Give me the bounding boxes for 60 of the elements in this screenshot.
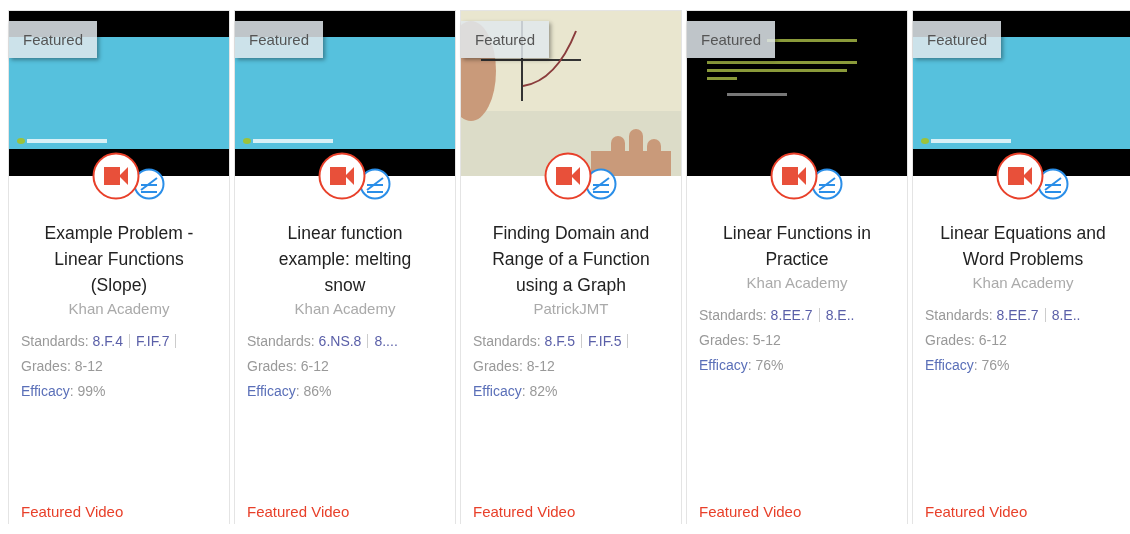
video-title[interactable]: Finding Domain and Range of a Function using a Graph — [473, 220, 669, 298]
featured-badge: Featured — [461, 21, 550, 58]
video-source: Khan Academy — [971, 274, 1075, 291]
grades-text: Grades: 6-12 — [247, 357, 330, 376]
grades-text: Grades: 8-12 — [21, 357, 104, 376]
standards-label: Standards: — [21, 333, 89, 349]
video-card[interactable]: Featured Finding Domain and Range of a Function using a Graph PatrickJMT Standards: 8.F.5 F.IF.5 Grades: 8-12 Efficacy: 82% Featured Video — [460, 10, 682, 524]
efficacy-value: : 86% — [295, 383, 332, 399]
efficacy-link[interactable]: Efficacy — [925, 357, 974, 373]
featured-video-label: Featured Video — [699, 503, 803, 522]
grades-text: Grades: 6-12 — [925, 331, 1008, 350]
featured-badge: Featured — [687, 21, 776, 58]
efficacy-value: : 76% — [973, 357, 1010, 373]
video-source: Khan Academy — [293, 300, 397, 317]
standard-link[interactable]: F.IF.7 — [135, 333, 170, 349]
video-card[interactable]: Featured Linear function example: melting snow Khan Academy Standards: 6.NS.8 8.... Grades: 6-12 Efficacy: 86% Featured Video — [234, 10, 456, 524]
video-card[interactable]: Featured Linear Equations and Word Problems Khan Academy Standards: 8.EE.7 8.E.. Grades: 6-12 Efficacy: 76% Featured Video — [912, 10, 1130, 524]
featured-video-label: Featured Video — [925, 503, 1029, 522]
standard-link[interactable]: 8.F.4 — [92, 333, 123, 349]
efficacy-link[interactable]: Efficacy — [21, 383, 70, 399]
featured-video-label: Featured Video — [21, 503, 125, 522]
video-title[interactable]: Example Problem - Linear Functions (Slope) — [21, 220, 217, 298]
standards-label: Standards: — [247, 333, 315, 349]
video-title[interactable]: Linear function example: melting snow — [247, 220, 443, 298]
featured-badge: Featured — [235, 21, 324, 58]
standards-label: Standards: — [699, 307, 767, 323]
video-card[interactable]: Featured Example Problem - Linear Functions (Slope) Khan Academy Standards: 8.F.4 F.IF.7 Grades: 8-12 Efficacy: 99% Featured Video — [8, 10, 230, 524]
standards-label: Standards: — [473, 333, 541, 349]
featured-badge: Featured — [913, 21, 1002, 58]
efficacy-value: : 82% — [521, 383, 558, 399]
efficacy-value: : 99% — [69, 383, 106, 399]
featured-badge: Featured — [9, 21, 98, 58]
standard-link[interactable]: 6.NS.8 — [318, 333, 362, 349]
featured-video-label: Featured Video — [247, 503, 351, 522]
standards-label: Standards: — [925, 307, 993, 323]
video-source: Khan Academy — [745, 274, 849, 291]
standard-link[interactable]: 8.E.. — [825, 307, 855, 323]
efficacy-link[interactable]: Efficacy — [699, 357, 748, 373]
standard-link[interactable]: 8.F.5 — [544, 333, 575, 349]
video-camera-icon — [544, 152, 592, 200]
standard-link[interactable]: 8.EE.7 — [770, 307, 813, 323]
efficacy-link[interactable]: Efficacy — [247, 383, 296, 399]
standard-link[interactable]: F.IF.5 — [587, 333, 622, 349]
grades-text: Grades: 5-12 — [699, 331, 782, 350]
video-source: PatrickJMT — [532, 300, 610, 317]
efficacy-link[interactable]: Efficacy — [473, 383, 522, 399]
video-camera-icon — [996, 152, 1044, 200]
efficacy-value: : 76% — [747, 357, 784, 373]
standard-link[interactable]: 8.EE.7 — [996, 307, 1039, 323]
video-camera-icon — [92, 152, 140, 200]
standard-link[interactable]: 8.... — [374, 333, 398, 349]
video-title[interactable]: Linear Equations and Word Problems — [925, 220, 1121, 272]
video-camera-icon — [318, 152, 366, 200]
video-card[interactable]: Featured Linear Functions in Practice Khan Academy Standards: 8.EE.7 8.E.. Grades: 5-12 Efficacy: 76% Featured Video — [686, 10, 908, 524]
video-camera-icon — [770, 152, 818, 200]
video-title[interactable]: Linear Functions in Practice — [699, 220, 895, 272]
featured-video-label: Featured Video — [473, 503, 577, 522]
video-source: Khan Academy — [67, 300, 171, 317]
standard-link[interactable]: 8.E.. — [1051, 307, 1081, 323]
grades-text: Grades: 8-12 — [473, 357, 556, 376]
